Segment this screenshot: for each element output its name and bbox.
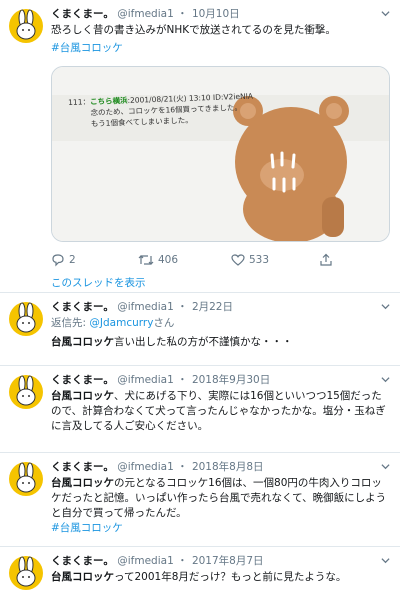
retweet-icon — [138, 255, 154, 265]
reply-suffix: さん — [153, 317, 175, 329]
post-name: こちら横浜 — [89, 95, 128, 107]
chevron-down-icon[interactable] — [381, 375, 390, 384]
avatar[interactable] — [9, 302, 43, 336]
chevron-down-icon[interactable] — [381, 462, 390, 471]
media-image[interactable]: 111：こちら横浜:2001/08/21(火) 13:10 ID:V2ieNIA… — [51, 66, 390, 242]
tweet-text-rest: 言い出した私の方が不謹慎かな・・・ — [114, 336, 293, 348]
tweet-text: 恐ろしく昔の書き込みがNHKで放送されてるのを見た衝撃。 — [51, 24, 336, 36]
avatar[interactable] — [9, 375, 43, 409]
chevron-down-icon[interactable] — [381, 302, 390, 311]
display-name[interactable]: くまくまー。 — [51, 301, 114, 313]
reply-button[interactable]: 2 — [51, 252, 76, 268]
tweet-text: 台風コロッケ、犬にあげる下り、実際には16個といいつつ15個だったので、計算合わ… — [51, 389, 390, 434]
tweet[interactable]: くまくまー。 @ifmedia1 ・ 2017年8月7日 台風コロッケって200… — [0, 547, 400, 611]
display-name[interactable]: くまくまー。 — [51, 8, 114, 20]
share-button[interactable] — [319, 252, 333, 268]
tweet-text: 台風コロッケの元となるコロッケ16個は、一個80円の牛肉入りコロッケだったと記憶… — [51, 476, 390, 521]
heart-icon — [231, 254, 245, 266]
retweet-count: 406 — [158, 254, 179, 266]
like-button[interactable]: 533 — [231, 252, 269, 268]
search-term-highlight: 台風コロッケ — [51, 336, 114, 348]
tweet-date[interactable]: 2017年8月7日 — [192, 555, 264, 567]
tweet-actions: 2 406 533 — [51, 252, 390, 268]
search-term-highlight: 台風コロッケ — [51, 390, 114, 402]
search-term-highlight: 台風コロッケ — [51, 571, 114, 583]
tweet-header: くまくまー。 @ifmedia1 ・ 2017年8月7日 — [51, 554, 390, 569]
separator: ・ — [177, 555, 188, 567]
reply-context: 返信先: @Jdamcurryさん — [51, 316, 390, 331]
avatar[interactable] — [9, 462, 43, 496]
reply-icon — [52, 254, 64, 267]
user-handle[interactable]: @ifmedia1 — [117, 555, 174, 567]
tweet[interactable]: くまくまー。 @ifmedia1 ・ 10月10日 恐ろしく昔の書き込みがNHK… — [0, 0, 400, 293]
hashtag-link[interactable]: #台風コロッケ — [51, 521, 390, 536]
tweet-date[interactable]: 2月22日 — [192, 301, 233, 313]
user-handle[interactable]: @ifmedia1 — [117, 461, 174, 473]
tweet-header: くまくまー。 @ifmedia1 ・ 2月22日 — [51, 300, 390, 315]
display-name[interactable]: くまくまー。 — [51, 461, 114, 473]
tweet[interactable]: くまくまー。 @ifmedia1 ・ 2018年9月30日 台風コロッケ、犬にあ… — [0, 366, 400, 453]
tweet-text: 台風コロッケ言い出した私の方が不謹慎かな・・・ — [51, 335, 390, 350]
tweet[interactable]: くまくまー。 @ifmedia1 ・ 2月22日 返信先: @Jdamcurry… — [0, 293, 400, 366]
reply-to-link[interactable]: @Jdamcurry — [89, 317, 153, 329]
post-number: 111： — [68, 97, 91, 107]
tweet-date[interactable]: 2018年9月30日 — [192, 374, 270, 386]
display-name[interactable]: くまくまー。 — [51, 555, 114, 567]
reply-count: 2 — [69, 254, 76, 266]
user-handle[interactable]: @ifmedia1 — [117, 301, 174, 313]
retweet-button[interactable]: 406 — [138, 252, 178, 268]
avatar[interactable] — [9, 556, 43, 590]
share-icon — [320, 253, 332, 266]
like-count: 533 — [249, 254, 270, 266]
tweet-header: くまくまー。 @ifmedia1 ・ 10月10日 — [51, 7, 390, 22]
user-handle[interactable]: @ifmedia1 — [117, 8, 174, 20]
tweet-text-rest: って2001年8月だっけ？もっと前に見たような。 — [114, 571, 347, 583]
chevron-down-icon[interactable] — [381, 556, 390, 565]
chevron-down-icon[interactable] — [381, 9, 390, 18]
display-name[interactable]: くまくまー。 — [51, 374, 114, 386]
forum-post: 111：こちら横浜:2001/08/21(火) 13:10 ID:V2ieNIA… — [68, 91, 254, 130]
tweet-header: くまくまー。 @ifmedia1 ・ 2018年8月8日 — [51, 460, 390, 475]
separator: ・ — [177, 301, 188, 313]
tweet-date[interactable]: 2018年8月8日 — [192, 461, 264, 473]
user-handle[interactable]: @ifmedia1 — [117, 374, 174, 386]
separator: ・ — [177, 374, 188, 386]
tweet-date[interactable]: 10月10日 — [192, 8, 240, 20]
reply-prefix: 返信先: — [51, 317, 90, 329]
search-term-highlight: 台風コロッケ — [51, 477, 114, 489]
avatar[interactable] — [9, 9, 43, 43]
separator: ・ — [177, 461, 188, 473]
tweet-text: 台風コロッケって2001年8月だっけ？もっと前に見たような。 — [51, 570, 390, 585]
separator: ・ — [177, 8, 188, 20]
show-thread-link[interactable]: このスレッドを表示 — [51, 276, 146, 291]
hashtag-link[interactable]: #台風コロッケ — [51, 41, 390, 56]
tweet[interactable]: くまくまー。 @ifmedia1 ・ 2018年8月8日 台風コロッケの元となる… — [0, 453, 400, 547]
tweet-feed: くまくまー。 @ifmedia1 ・ 10月10日 恐ろしく昔の書き込みがNHK… — [0, 0, 400, 611]
tweet-header: くまくまー。 @ifmedia1 ・ 2018年9月30日 — [51, 373, 390, 388]
